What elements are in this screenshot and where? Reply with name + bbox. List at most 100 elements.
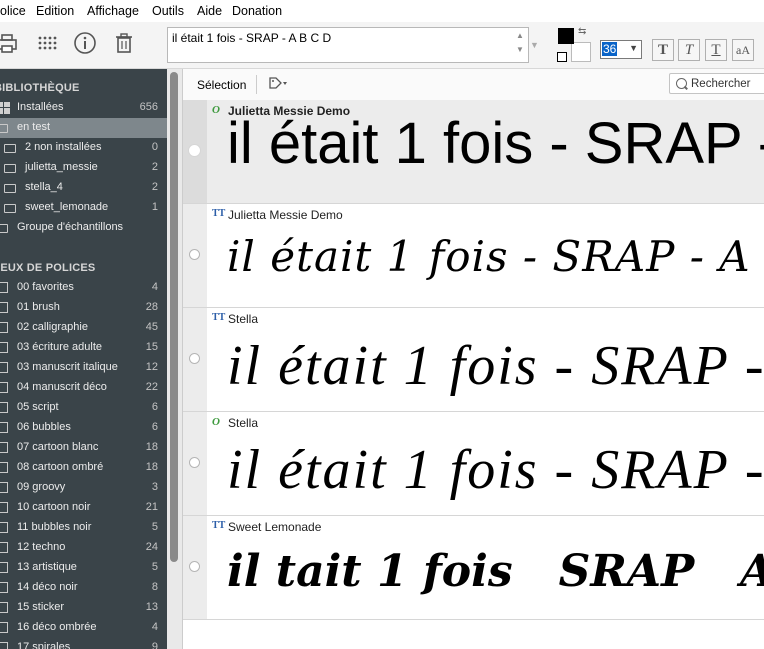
menu-affichage[interactable]: Affichage <box>87 4 139 18</box>
font-size-select[interactable]: 36 ▼ <box>600 40 642 59</box>
sidebar-item-font-set[interactable]: 03 manuscrit italique 12 <box>0 358 167 378</box>
row-radio[interactable] <box>189 457 200 468</box>
sidebar-item-font-set[interactable]: 10 cartoon noir 21 <box>0 498 167 518</box>
sidebar-item-font-set[interactable]: 14 déco noir 8 <box>0 578 167 598</box>
sidebar-item-font-set[interactable]: 06 bubbles 6 <box>0 418 167 438</box>
sidebar-item-font-set[interactable]: 11 bubbles noir 5 <box>0 518 167 538</box>
font-set-icon <box>0 382 8 393</box>
sidebar-item-label: 03 écriture adulte <box>17 341 102 353</box>
preview-text-field[interactable]: il était 1 fois - SRAP - A B C D ▲ ▼ <box>167 27 529 63</box>
sidebar-item-font-set[interactable]: 02 calligraphie 45 <box>0 318 167 338</box>
font-row[interactable]: O Stella il était 1 fois - SRAP - A B C … <box>183 412 764 516</box>
sidebar-item-font-set[interactable]: 17 spirales 9 <box>0 638 167 649</box>
row-radio[interactable] <box>189 249 200 260</box>
sidebar-item-font-set[interactable]: 05 script 6 <box>0 398 167 418</box>
sidebar-item-font-set[interactable]: 16 déco ombrée 4 <box>0 618 167 638</box>
sidebar-item-count: 2 <box>151 181 158 193</box>
font-set-icon <box>0 642 8 649</box>
sidebar-item-font-set[interactable]: 00 favorites 4 <box>0 278 167 298</box>
sidebar-item-label: 00 favorites <box>17 281 74 293</box>
row-radio[interactable] <box>189 353 200 364</box>
font-set-icon <box>0 622 8 633</box>
menu-donation[interactable]: Donation <box>232 4 282 18</box>
swap-colors-icon[interactable]: ⇆ <box>578 26 586 37</box>
bold-t-icon[interactable]: T <box>652 39 674 61</box>
folder-icon <box>0 124 8 133</box>
menu-edition[interactable]: Edition <box>36 4 74 18</box>
italic-t-icon[interactable]: T <box>678 39 700 61</box>
sidebar-item-font-set[interactable]: 09 groovy 3 <box>0 478 167 498</box>
background-color-swatch[interactable] <box>571 42 591 62</box>
sidebar-item-count: 1 <box>151 201 158 213</box>
truetype-icon: TT <box>212 520 226 531</box>
font-set-icon <box>0 342 8 353</box>
font-set-icon <box>0 582 8 593</box>
row-radio[interactable] <box>189 561 200 572</box>
sidebar-item-library[interactable]: en test <box>0 118 167 138</box>
sidebar-item-label: 12 techno <box>17 541 66 553</box>
sidebar-scrollbar[interactable] <box>167 69 182 649</box>
font-list-panel: Sélection Rechercher O Julietta Messie D… <box>182 69 764 649</box>
font-row[interactable]: TT Stella il était 1 fois - SRAP - A B C… <box>183 308 764 412</box>
sidebar-item-label: 16 déco ombrée <box>17 621 97 633</box>
sidebar-item-font-set[interactable]: 04 manuscrit déco 22 <box>0 378 167 398</box>
case-icon[interactable]: aA <box>732 39 754 61</box>
menu-police[interactable]: olice <box>0 4 26 18</box>
grid-view-icon[interactable] <box>34 30 60 56</box>
font-row[interactable]: O Julietta Messie Demo il était 1 fois -… <box>183 100 764 204</box>
preview-text-value: il était 1 fois - SRAP - A B C D <box>172 31 332 45</box>
search-placeholder: Rechercher <box>691 78 751 90</box>
font-set-icon <box>0 362 8 373</box>
preview-scroll-arrows[interactable]: ▲ ▼ <box>513 29 527 61</box>
reset-colors-icon[interactable] <box>557 52 567 62</box>
preview-dropdown-icon[interactable]: ▼ <box>530 40 539 50</box>
font-name: Stella <box>228 416 259 430</box>
toolbar-divider <box>256 75 257 94</box>
sidebar-item-library[interactable]: sweet_lemonade 1 <box>0 198 167 218</box>
font-set-icon <box>0 482 8 493</box>
sidebar-item-count: 21 <box>145 501 158 513</box>
sidebar-item-font-set[interactable]: 15 sticker 13 <box>0 598 167 618</box>
sidebar-item-label: Installées <box>17 101 64 113</box>
menu-outils[interactable]: Outils <box>152 4 184 18</box>
foreground-color-swatch[interactable] <box>558 28 574 44</box>
sidebar-item-label: 04 manuscrit déco <box>17 381 107 393</box>
font-set-icon <box>0 462 8 473</box>
sidebar-item-font-set[interactable]: 03 écriture adulte 15 <box>0 338 167 358</box>
tag-icon[interactable] <box>268 76 290 93</box>
sidebar-item-count: 12 <box>145 361 158 373</box>
sidebar-item-label: 08 cartoon ombré <box>17 461 104 473</box>
sidebar-item-font-set[interactable]: 07 cartoon blanc 18 <box>0 438 167 458</box>
sidebar-item-library[interactable]: Groupe d'échantillons <box>0 218 167 238</box>
windows-icon <box>0 102 10 114</box>
sidebar-item-count: 5 <box>151 561 158 573</box>
sidebar-item-font-set[interactable]: 13 artistique 5 <box>0 558 167 578</box>
font-sample: il était 1 fois - SRAP - A B C D <box>227 111 764 176</box>
trash-icon[interactable] <box>111 30 137 56</box>
sidebar-item-font-set[interactable]: 08 cartoon ombré 18 <box>0 458 167 478</box>
font-row[interactable]: TT Sweet Lemonade il tait 1 fois SRAP A … <box>183 516 764 620</box>
font-row[interactable]: TT Julietta Messie Demo il était 1 fois … <box>183 204 764 308</box>
sidebar-item-library[interactable]: Installées 656 <box>0 98 167 118</box>
info-icon[interactable] <box>72 30 98 56</box>
sidebar-item-label: sweet_lemonade <box>25 201 109 213</box>
sidebar-item-count: 6 <box>151 421 158 433</box>
sidebar-item-label: julietta_messie <box>25 161 98 173</box>
sidebar-item-count: 18 <box>145 441 158 453</box>
scrollbar-thumb[interactable] <box>170 72 178 562</box>
sidebar-item-count: 0 <box>151 141 158 153</box>
font-name: Julietta Messie Demo <box>228 208 343 222</box>
sidebar-item-font-set[interactable]: 12 techno 24 <box>0 538 167 558</box>
menu-bar: olice Edition Affichage Outils Aide Dona… <box>0 0 764 22</box>
underline-t-icon[interactable]: T <box>705 39 727 61</box>
row-radio[interactable] <box>189 145 200 156</box>
print-icon[interactable] <box>0 30 20 56</box>
sidebar-item-library[interactable]: stella_4 2 <box>0 178 167 198</box>
sidebar-item-font-set[interactable]: 01 brush 28 <box>0 298 167 318</box>
sidebar-item-count: 2 <box>151 161 158 173</box>
selection-button[interactable]: Sélection <box>197 78 246 92</box>
menu-aide[interactable]: Aide <box>197 4 222 18</box>
sidebar-item-library[interactable]: julietta_messie 2 <box>0 158 167 178</box>
search-field[interactable]: Rechercher <box>669 73 764 94</box>
sidebar-item-library[interactable]: 2 non installées 0 <box>0 138 167 158</box>
